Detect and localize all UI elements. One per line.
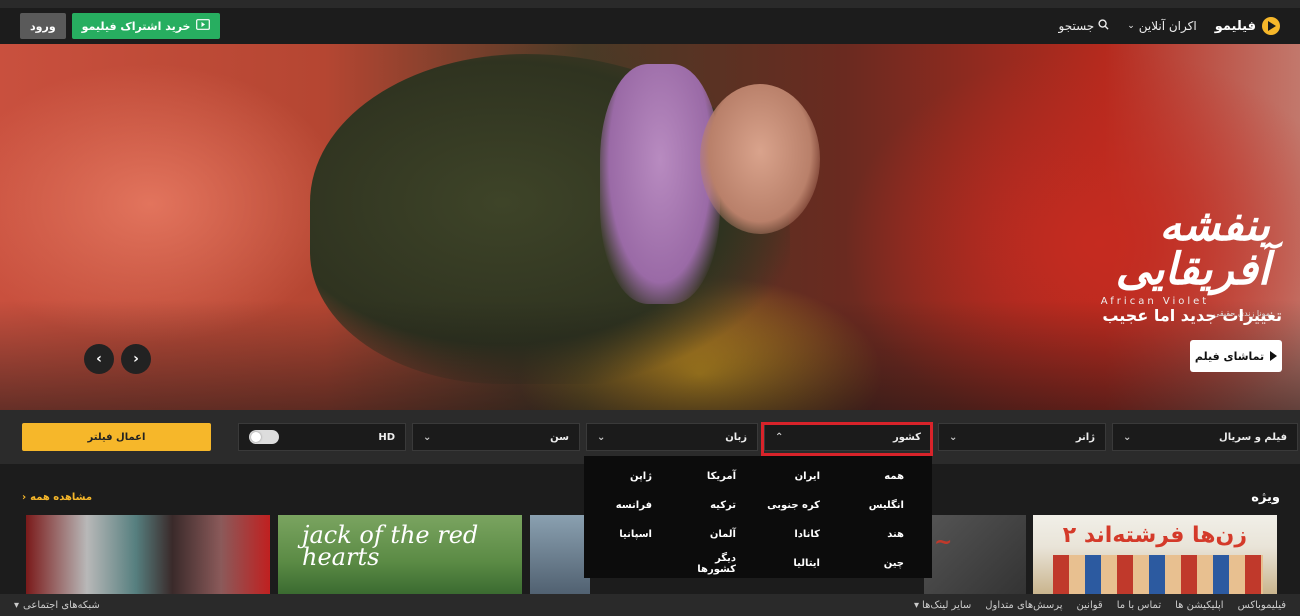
- header-nav: فیلیمو اکران آنلاین ⌄ جستجو: [1059, 17, 1280, 35]
- filter-type-label: فیلم و سریال: [1219, 431, 1287, 443]
- apply-filter-label: اعمال فیلتر: [87, 431, 146, 443]
- country-option[interactable]: اسپانیا: [590, 520, 674, 549]
- filter-type-select[interactable]: فیلم و سریال ⌄: [1112, 423, 1298, 451]
- play-icon: [1270, 351, 1278, 361]
- section-title: ویژه: [1251, 490, 1280, 505]
- filter-age-label: سن: [550, 431, 569, 443]
- nav-search-label: جستجو: [1058, 19, 1095, 33]
- hero-prev-button[interactable]: ‹: [84, 344, 114, 374]
- caret-down-icon: ▾: [14, 599, 20, 611]
- login-button[interactable]: ورود: [20, 13, 66, 39]
- top-strip: [0, 0, 1300, 8]
- nav-search[interactable]: جستجو: [1059, 19, 1110, 33]
- watch-movie-label: تماشای فیلم: [1194, 349, 1265, 363]
- hero-tagline: تغییرات جدید اما عجیب: [1102, 306, 1282, 325]
- nav-online-label: اکران آنلاین: [1138, 19, 1197, 33]
- subscribe-label: خرید اشتراک فیلیمو: [81, 19, 191, 33]
- social-networks-menu[interactable]: شبکه‌های اجتماعی ▾: [14, 600, 100, 611]
- site-footer: شبکه‌های اجتماعی ▾ فیلیموباکس اپلیکیشن ها…: [0, 594, 1300, 616]
- subscribe-button[interactable]: خرید اشتراک فیلیمو: [71, 13, 221, 39]
- site-header: فیلیمو اکران آنلاین ⌄ جستجو خرید اشتراک …: [0, 8, 1300, 44]
- country-option[interactable]: دیگر کشورها: [674, 549, 758, 578]
- filter-language-select[interactable]: زبان ⌄: [586, 423, 758, 451]
- poster-art: ~: [934, 529, 953, 555]
- apply-filter-button[interactable]: اعمال فیلتر: [22, 423, 211, 451]
- footer-link[interactable]: اپلیکیشن ها: [1175, 600, 1223, 611]
- watch-movie-button[interactable]: تماشای فیلم: [1190, 340, 1282, 372]
- country-option[interactable]: ژاپن: [590, 462, 674, 491]
- footer-link[interactable]: قوانین: [1077, 600, 1103, 611]
- filter-hd-label: HD: [378, 431, 395, 443]
- country-select-highlight: [761, 422, 933, 456]
- chevron-down-icon: ⌄: [597, 431, 606, 443]
- hero-scarf: [600, 64, 720, 304]
- country-option[interactable]: ایتالیا: [758, 549, 842, 578]
- footer-link[interactable]: سایر لینک‌ها: [922, 600, 971, 611]
- country-option[interactable]: ترکیه: [674, 491, 758, 520]
- country-dropdown: همه ایران آمریکا ژاپن انگلیس کره جنوبی ترکیه فر…: [584, 456, 932, 578]
- footer-link[interactable]: تماس با ما: [1117, 600, 1161, 611]
- filter-genre-select[interactable]: ژانر ⌄: [938, 423, 1106, 451]
- country-option[interactable]: همه: [842, 462, 926, 491]
- social-networks-label: شبکه‌های اجتماعی: [23, 599, 100, 611]
- movie-logo: بنفشه آفریقایی African Violet مونا زندی …: [1040, 200, 1270, 319]
- see-all-link[interactable]: مشاهده همه ‹: [22, 492, 92, 503]
- country-option[interactable]: هند: [842, 520, 926, 549]
- chevron-down-icon: ⌄: [1127, 21, 1135, 31]
- filter-hd-toggle-box: HD: [238, 423, 406, 451]
- country-option[interactable]: آمریکا: [674, 462, 758, 491]
- country-option[interactable]: کره جنوبی: [758, 491, 842, 520]
- header-actions: خرید اشتراک فیلیمو ورود: [20, 13, 221, 39]
- hero-next-button[interactable]: ›: [121, 344, 151, 374]
- footer-link[interactable]: فیلیموباکس: [1238, 600, 1286, 611]
- filimo-logo-icon: [1262, 17, 1280, 35]
- hd-toggle[interactable]: [249, 430, 279, 444]
- poster-faces: [1053, 555, 1263, 595]
- footer-links: فیلیموباکس اپلیکیشن ها تماس با ما قوانین پرس…: [914, 600, 1286, 611]
- chevron-left-icon: ‹: [22, 492, 27, 503]
- search-icon: [1098, 19, 1109, 33]
- footer-link[interactable]: پرسش‌های متداول: [985, 600, 1062, 611]
- hero-banner[interactable]: بنفشه آفریقایی African Violet مونا زندی …: [0, 44, 1300, 410]
- poster-card[interactable]: jack of the red hearts: [278, 515, 522, 595]
- country-option[interactable]: فرانسه: [590, 491, 674, 520]
- poster-card[interactable]: [26, 515, 270, 595]
- country-option[interactable]: چین: [842, 549, 926, 578]
- hero-face: [700, 84, 820, 234]
- filter-language-label: زبان: [725, 431, 747, 443]
- nav-online-screening[interactable]: اکران آنلاین ⌄: [1127, 19, 1196, 33]
- chevron-down-icon: ⌄: [423, 431, 432, 443]
- country-option[interactable]: کانادا: [758, 520, 842, 549]
- country-options: همه ایران آمریکا ژاپن انگلیس کره جنوبی ترکیه فر…: [584, 456, 932, 578]
- filter-age-select[interactable]: سن ⌄: [412, 423, 580, 451]
- footer-link-more[interactable]: سایر لینک‌ها ▾: [914, 600, 971, 611]
- movie-logo-fa: بنفشه آفریقایی: [1115, 200, 1270, 295]
- chevron-down-icon: ⌄: [1123, 431, 1132, 443]
- poster-card[interactable]: [530, 515, 590, 595]
- caret-down-icon: ▾: [913, 599, 920, 611]
- filimo-logo-text: فیلیمو: [1214, 18, 1256, 34]
- poster-title: jack of the red hearts: [302, 521, 479, 571]
- poster-card[interactable]: ~: [924, 515, 1026, 595]
- country-option[interactable]: انگلیس: [842, 491, 926, 520]
- country-option[interactable]: آلمان: [674, 520, 758, 549]
- filter-genre-label: ژانر: [1075, 431, 1095, 443]
- country-option[interactable]: ایران: [758, 462, 842, 491]
- tv-icon: [196, 19, 211, 33]
- poster-card[interactable]: زن‌ها فرشته‌اند ۲: [1033, 515, 1277, 595]
- filimo-logo[interactable]: فیلیمو: [1215, 17, 1280, 35]
- page: بنفشه آفریقایی African Violet مونا زندی …: [0, 0, 1300, 616]
- chevron-right-icon: ›: [133, 351, 139, 367]
- poster-title: زن‌ها فرشته‌اند ۲: [1062, 523, 1247, 548]
- chevron-down-icon: ⌄: [949, 431, 958, 443]
- see-all-label: مشاهده همه: [30, 492, 93, 503]
- login-label: ورود: [30, 19, 56, 33]
- chevron-left-icon: ‹: [96, 351, 102, 367]
